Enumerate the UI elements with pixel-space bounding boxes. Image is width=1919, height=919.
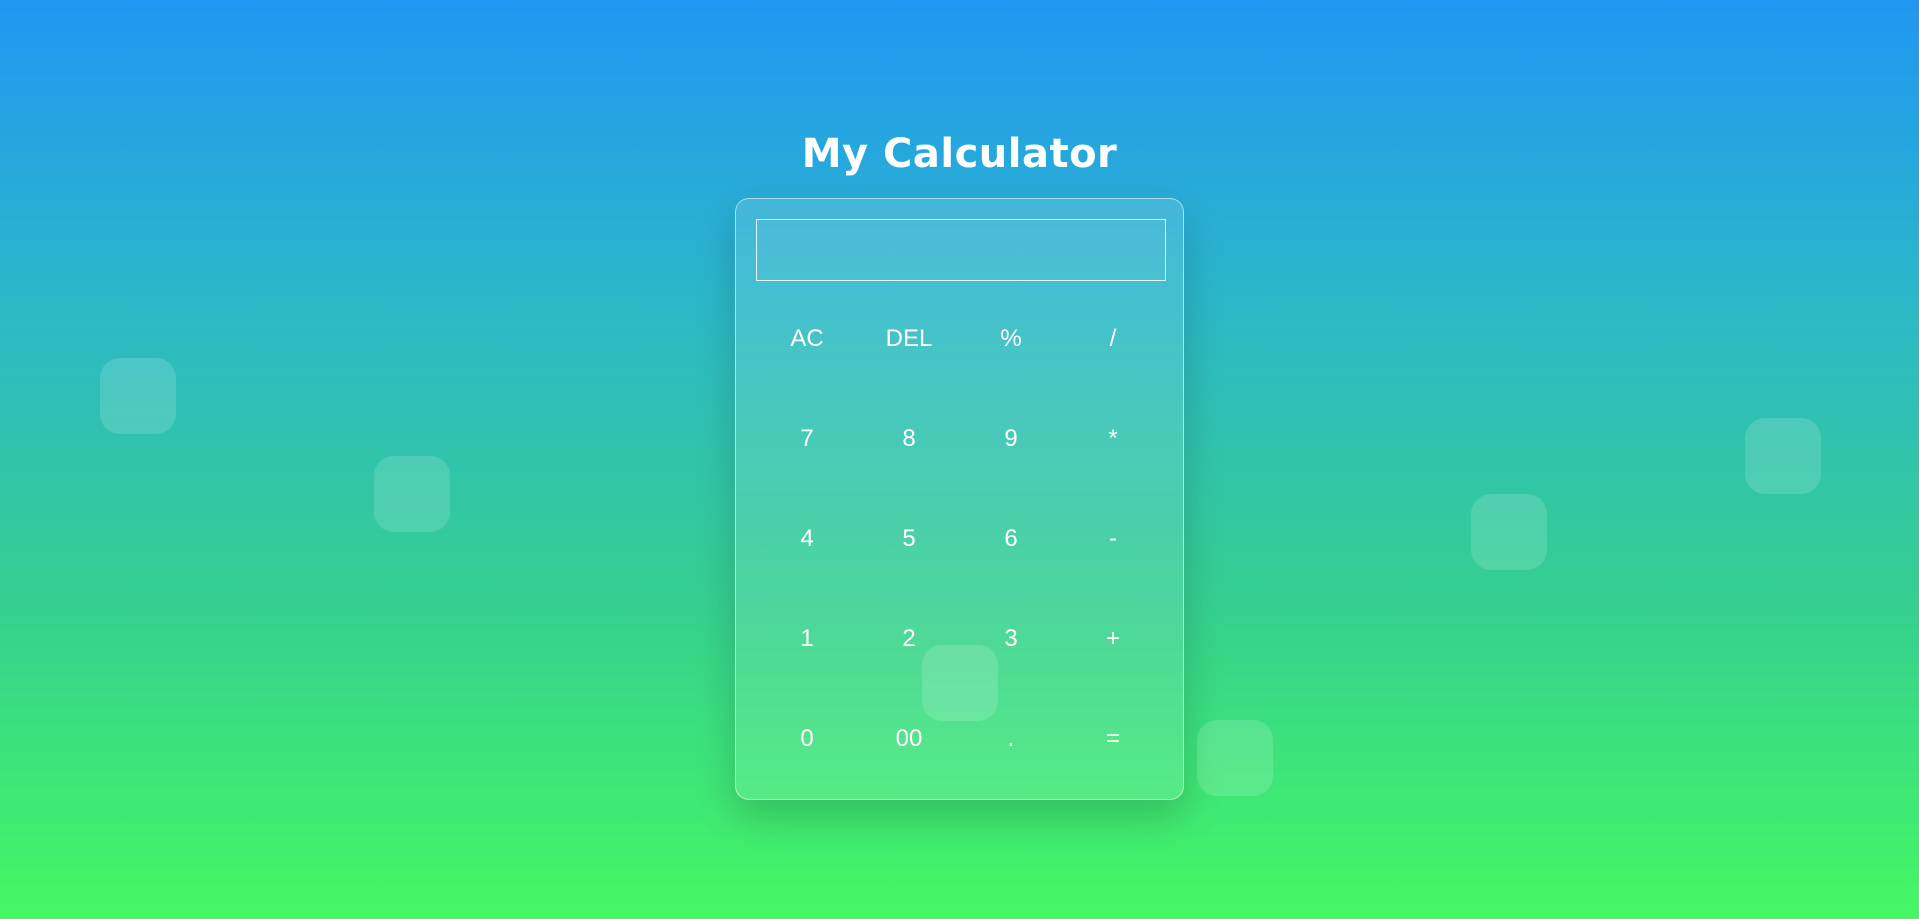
digit-8-button[interactable]: 8 xyxy=(858,389,960,489)
digit-1-button[interactable]: 1 xyxy=(756,589,858,689)
all-clear-button[interactable]: AC xyxy=(756,289,858,389)
decorative-square xyxy=(1471,494,1547,570)
page-title: My Calculator xyxy=(801,131,1118,177)
divide-button[interactable]: / xyxy=(1062,289,1164,389)
calculator-display[interactable] xyxy=(756,219,1166,281)
digit-5-button[interactable]: 5 xyxy=(858,489,960,589)
delete-button[interactable]: DEL xyxy=(858,289,960,389)
multiply-button[interactable]: * xyxy=(1062,389,1164,489)
decorative-square xyxy=(1197,720,1273,796)
digit-7-button[interactable]: 7 xyxy=(756,389,858,489)
equals-button[interactable]: = xyxy=(1062,689,1164,789)
decorative-square xyxy=(1745,418,1821,494)
decorative-square xyxy=(922,645,998,721)
decorative-square xyxy=(100,358,176,434)
digit-9-button[interactable]: 9 xyxy=(960,389,1062,489)
digit-6-button[interactable]: 6 xyxy=(960,489,1062,589)
add-button[interactable]: + xyxy=(1062,589,1164,689)
percent-button[interactable]: % xyxy=(960,289,1062,389)
digit-0-button[interactable]: 0 xyxy=(756,689,858,789)
decorative-square xyxy=(374,456,450,532)
subtract-button[interactable]: - xyxy=(1062,489,1164,589)
digit-4-button[interactable]: 4 xyxy=(756,489,858,589)
